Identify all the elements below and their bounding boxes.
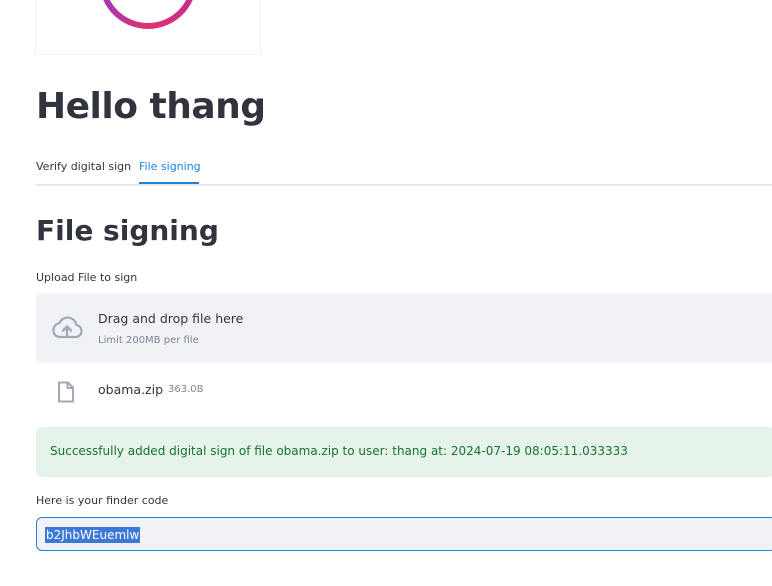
success-alert: Successfully added digital sign of file … <box>36 427 772 477</box>
dropzone-limit: Limit 200MB per file <box>98 335 199 346</box>
upload-label: Upload File to sign <box>36 271 138 284</box>
tab-bar: Verify digital sign File signing <box>36 158 772 186</box>
tab-verify-digital-sign[interactable]: Verify digital sign <box>36 158 131 184</box>
finder-code-input[interactable]: b2JhbWEuemlw <box>36 517 772 551</box>
file-icon <box>58 381 74 403</box>
tab-divider <box>36 184 772 186</box>
finder-code-label: Here is your finder code <box>36 494 169 507</box>
cloud-upload-icon <box>52 316 83 339</box>
file-size: 363.0B <box>168 384 204 395</box>
file-name: obama.zip <box>98 382 164 397</box>
logo-ring-graphic <box>103 0 193 29</box>
section-title: File signing <box>36 214 219 247</box>
page: Hello thang Verify digital sign File sig… <box>0 0 772 586</box>
finder-code-value[interactable]: b2JhbWEuemlw <box>45 527 141 543</box>
page-heading: Hello thang <box>36 86 266 127</box>
logo-image <box>36 0 260 54</box>
file-dropzone[interactable]: Drag and drop file here Limit 200MB per … <box>36 293 772 363</box>
uploaded-file-item: obama.zip 363.0B <box>36 370 772 412</box>
dropzone-title: Drag and drop file here <box>98 311 244 326</box>
success-message: Successfully added digital sign of file … <box>50 444 628 458</box>
tab-file-signing[interactable]: File signing <box>139 158 201 184</box>
